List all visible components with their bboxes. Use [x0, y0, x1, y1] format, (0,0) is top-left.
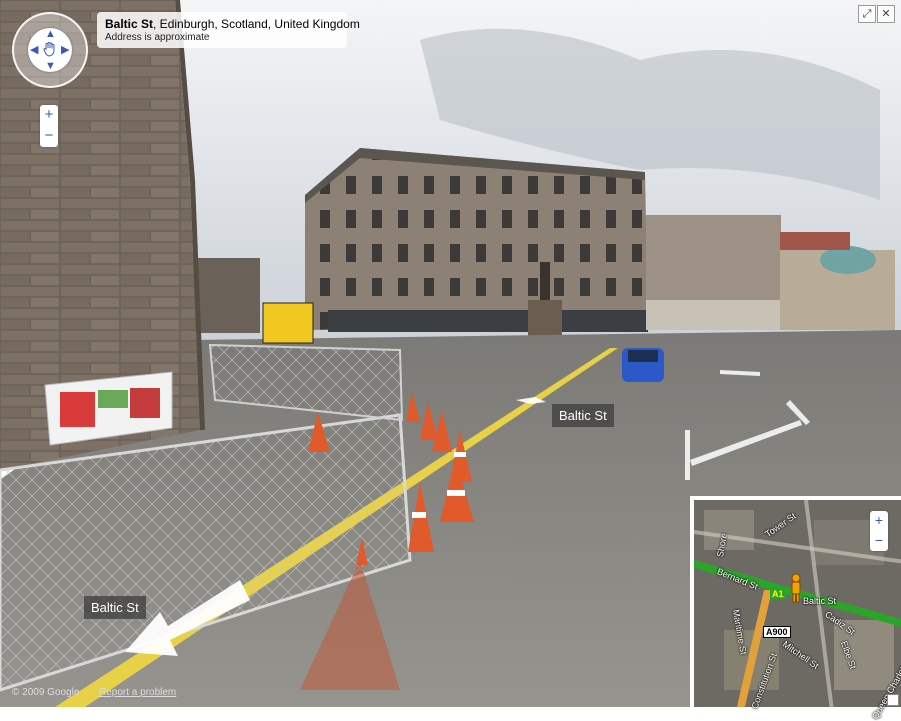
map-label-baltic-st: Baltic St — [803, 596, 837, 606]
mini-map-resize-handle[interactable] — [887, 694, 899, 706]
pan-left-icon[interactable]: ◀ — [30, 45, 38, 56]
mini-map-zoom-control: + − — [870, 511, 888, 551]
fullscreen-controls: ⤢ ✕ — [858, 5, 896, 25]
zoom-out-button[interactable]: − — [40, 127, 58, 145]
zoom-control: + − — [40, 105, 58, 147]
address-locality: , Edinburgh, Scotland, United Kingdom — [153, 17, 360, 31]
statue — [540, 262, 550, 300]
shopfronts — [328, 310, 648, 332]
pan-up-icon[interactable]: ▲ — [45, 29, 56, 40]
copyright-text: © 2009 Google — [12, 687, 80, 698]
roadworks-sign — [262, 302, 314, 344]
report-problem-link[interactable]: Report a problem — [99, 687, 176, 698]
street-label-upper[interactable]: Baltic St — [552, 404, 614, 427]
street-label-lower[interactable]: Baltic St — [84, 596, 146, 619]
close-icon[interactable]: ✕ — [877, 5, 895, 23]
pan-down-icon[interactable]: ▼ — [45, 61, 56, 72]
address-title: Baltic St, Edinburgh, Scotland, United K… — [105, 17, 360, 31]
pan-control[interactable]: ▲ ▼ ◀ ▶ — [28, 28, 72, 72]
route-label-a1: A1 — [770, 589, 786, 599]
zoom-in-button[interactable]: + — [40, 106, 58, 124]
pan-right-icon[interactable]: ▶ — [61, 45, 69, 56]
mini-map-zoom-out-button[interactable]: − — [870, 531, 888, 549]
address-box: Baltic St, Edinburgh, Scotland, United K… — [97, 12, 360, 48]
pegman-icon[interactable] — [789, 573, 803, 603]
navigation-control[interactable]: ▲ ▼ ◀ ▶ — [12, 12, 88, 88]
road-shield-a900: A900 — [763, 626, 791, 638]
address-note: Address is approximate — [105, 32, 210, 43]
address-street: Baltic St — [105, 17, 154, 31]
expand-icon[interactable]: ⤢ — [858, 5, 876, 23]
hand-icon — [43, 42, 55, 57]
mini-map-zoom-in-button[interactable]: + — [870, 511, 888, 529]
